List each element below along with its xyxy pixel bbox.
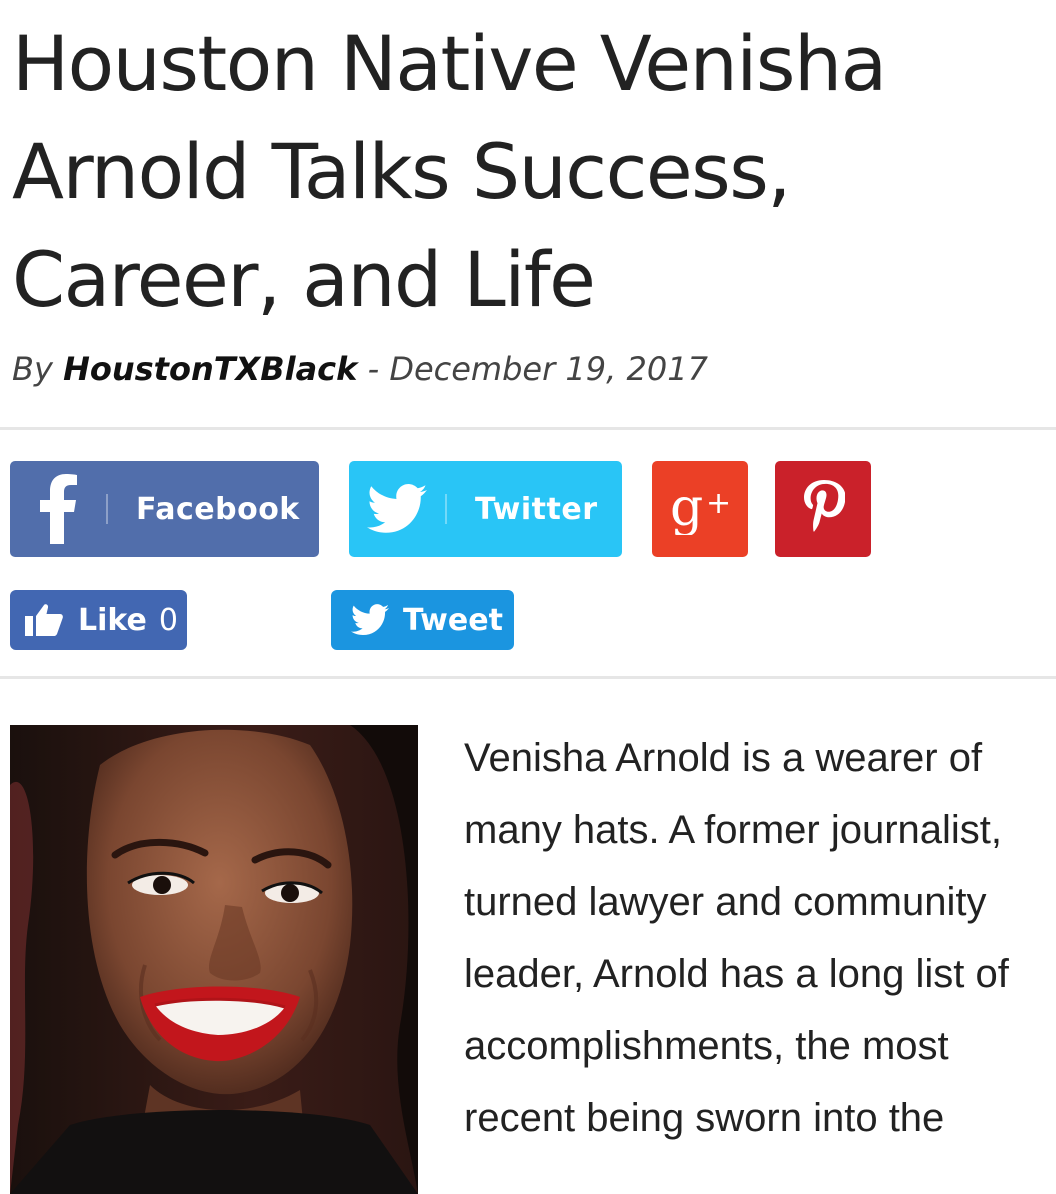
pinterest-icon	[801, 478, 846, 541]
svg-text:+: +	[706, 486, 731, 521]
facebook-share-label: Facebook	[136, 491, 300, 527]
facebook-like-button[interactable]: Like 0	[10, 590, 187, 650]
portrait-photo	[10, 725, 418, 1194]
publish-date: December 19, 2017	[389, 350, 708, 388]
pinterest-share-button[interactable]	[775, 461, 871, 557]
byline-prefix: By	[12, 350, 53, 388]
thumbs-up-icon	[24, 603, 64, 637]
tweet-button[interactable]: Tweet	[331, 590, 514, 650]
twitter-bird-icon	[349, 461, 445, 557]
twitter-divider	[445, 494, 447, 524]
byline-separator: -	[367, 350, 380, 388]
google-plus-icon: g +	[668, 478, 732, 540]
google-plus-share-button[interactable]: g +	[652, 461, 748, 557]
article-title: Houston Native Venisha Arnold Talks Succ…	[12, 19, 887, 324]
facebook-icon	[10, 461, 106, 557]
like-label: Like	[78, 602, 147, 638]
author-link[interactable]: HoustonTXBlack	[63, 350, 357, 388]
tweet-label: Tweet	[403, 602, 503, 638]
divider-bottom	[0, 676, 1056, 679]
twitter-share-button[interactable]: Twitter	[349, 461, 622, 557]
article-byline: By HoustonTXBlack - December 19, 2017	[12, 350, 708, 388]
like-count: 0	[158, 602, 178, 638]
article-body-paragraph: Venisha Arnold is a wearer of many hats.…	[464, 736, 1009, 1140]
facebook-divider	[106, 494, 108, 524]
svg-text:g: g	[670, 479, 703, 535]
twitter-bird-icon	[351, 604, 389, 636]
twitter-share-label: Twitter	[475, 491, 598, 527]
divider-top	[0, 427, 1056, 430]
facebook-share-button[interactable]: Facebook	[10, 461, 319, 557]
